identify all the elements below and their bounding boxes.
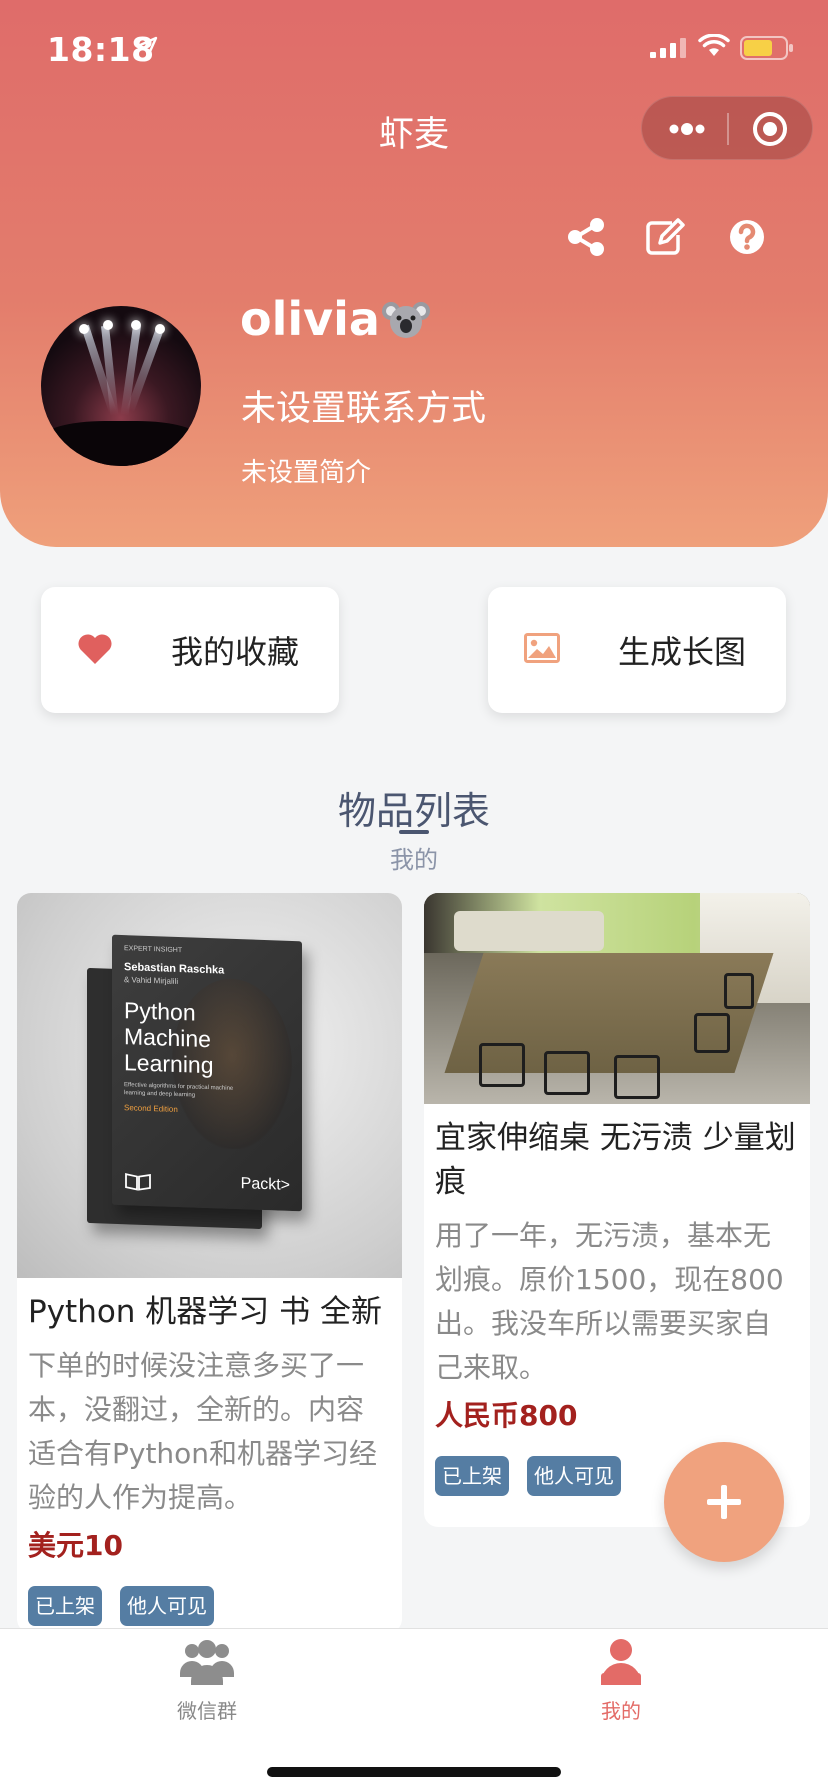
item-card-python-book[interactable]: EXPERT INSIGHT Sebastian Raschka & Vahid…	[17, 893, 402, 1633]
item-card-ikea-table[interactable]: 宜家伸缩桌 无污渍 少量划痕 用了一年，无污渍，基本无划痕。原价1500，现在8…	[424, 893, 810, 1527]
item-image-table	[424, 893, 810, 1104]
favorites-label: 我的收藏	[171, 633, 300, 671]
tab-me[interactable]: 我的	[414, 1629, 828, 1739]
book-title-line-3: Learning	[124, 1049, 214, 1079]
miniprogram-capsule	[641, 96, 813, 160]
contact-info: 未设置联系方式	[241, 389, 487, 429]
item-title: Python 机器学习 书 全新	[28, 1294, 383, 1330]
long-image-label: 生成长图	[618, 633, 747, 671]
book-author-2: & Vahid Mirjalili	[124, 975, 179, 986]
miniprogram-close-icon[interactable]	[750, 109, 790, 149]
item-tags: 已上架 他人可见	[17, 1568, 402, 1626]
book-publisher: Packt>	[240, 1175, 290, 1194]
item-image-book: EXPERT INSIGHT Sebastian Raschka & Vahid…	[17, 893, 402, 1278]
section-subtitle: 我的	[390, 846, 438, 874]
battery-icon	[740, 36, 793, 60]
koala-emoji-icon	[381, 302, 430, 338]
favorites-button[interactable]: 我的收藏	[41, 587, 339, 713]
add-item-button[interactable]	[664, 1442, 784, 1562]
more-icon[interactable]	[668, 119, 706, 139]
status-badge-listed: 已上架	[28, 1586, 102, 1626]
bio: 未设置简介	[241, 458, 372, 488]
user-icon	[601, 1639, 641, 1685]
tab-wechat-groups-label: 微信群	[177, 1699, 237, 1723]
book-title-line-1: Python	[124, 997, 196, 1026]
item-price: 人民币800	[435, 1399, 578, 1432]
wifi-icon	[698, 34, 730, 56]
cellular-signal-icon	[650, 38, 686, 58]
section-underline	[399, 830, 429, 834]
home-indicator	[267, 1767, 561, 1777]
status-badge-visible: 他人可见	[527, 1456, 621, 1496]
book-author-1: Sebastian Raschka	[124, 961, 225, 977]
item-title: 宜家伸缩桌 无污渍 少量划痕	[435, 1120, 796, 1200]
status-badge-listed: 已上架	[435, 1456, 509, 1496]
username-text: olivia	[240, 292, 380, 346]
image-icon	[524, 633, 560, 663]
book-front-cover: EXPERT INSIGHT Sebastian Raschka & Vahid…	[112, 934, 302, 1212]
share-icon[interactable]	[566, 217, 606, 257]
book-tagline: Effective algorithms for practical machi…	[124, 1082, 234, 1099]
help-icon[interactable]	[728, 218, 766, 256]
status-badge-visible: 他人可见	[120, 1586, 214, 1626]
status-bar: 18:18	[0, 0, 828, 100]
item-price: 美元10	[28, 1529, 123, 1562]
section-title: 物品列表	[337, 789, 490, 833]
edit-icon[interactable]	[644, 217, 686, 257]
open-book-icon	[125, 1173, 151, 1191]
heart-icon	[78, 634, 112, 664]
group-icon	[180, 1640, 234, 1685]
username: olivia	[240, 292, 430, 346]
book-edition: Second Edition	[124, 1103, 178, 1114]
location-arrow-icon	[136, 36, 158, 58]
tab-wechat-groups[interactable]: 微信群	[0, 1629, 414, 1739]
item-description: 用了一年，无污渍，基本无划痕。原价1500，现在800出。我没车所以需要买家自己…	[435, 1219, 784, 1384]
capsule-divider	[727, 113, 729, 145]
avatar[interactable]	[41, 306, 201, 466]
generate-long-image-button[interactable]: 生成长图	[488, 587, 786, 713]
book-series-label: EXPERT INSIGHT	[124, 945, 183, 955]
tab-me-label: 我的	[601, 1699, 641, 1723]
item-description: 下单的时候没注意多买了一本，没翻过，全新的。内容适合有Python和机器学习经验…	[28, 1349, 378, 1514]
